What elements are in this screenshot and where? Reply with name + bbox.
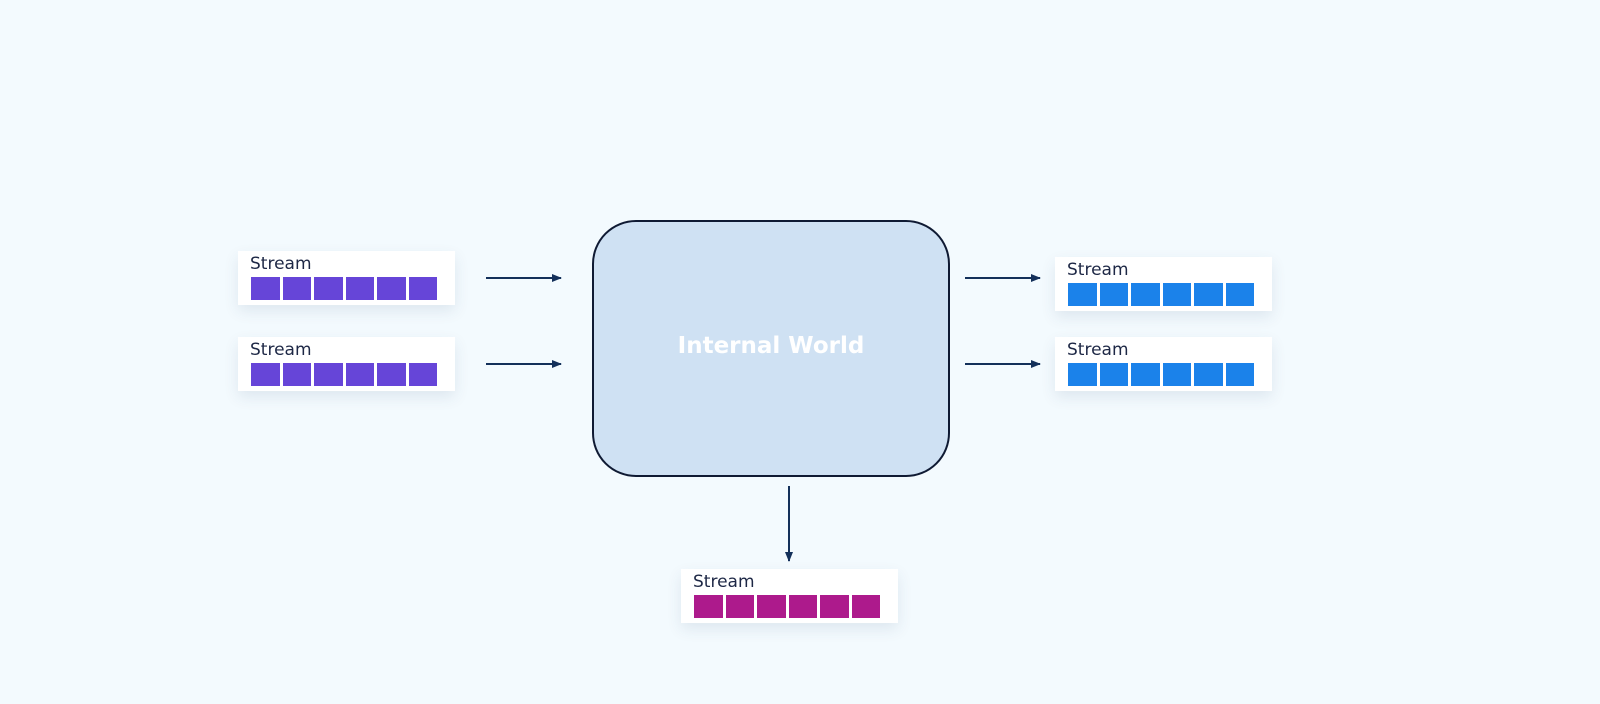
- stream-cell: [282, 363, 311, 386]
- stream-label: Stream: [1067, 340, 1129, 360]
- stream-cell: [820, 595, 849, 618]
- stream-label: Stream: [250, 254, 312, 274]
- stream-cell: [851, 595, 880, 618]
- stream-cell: [251, 363, 280, 386]
- stream-label: Stream: [250, 340, 312, 360]
- stream-cell: [282, 277, 311, 300]
- stream-cell: [725, 595, 754, 618]
- stream-cell: [314, 363, 343, 386]
- stream-cells: [251, 363, 437, 386]
- stream-cell: [345, 363, 374, 386]
- stream-cell: [788, 595, 817, 618]
- stream-cell: [1068, 283, 1097, 306]
- bottom-stream-card: Stream: [681, 569, 898, 623]
- stream-cell: [408, 363, 437, 386]
- stream-cell: [408, 277, 437, 300]
- stream-cells: [694, 595, 880, 618]
- stream-cell: [1131, 363, 1160, 386]
- stream-cell: [1131, 283, 1160, 306]
- stream-cell: [694, 595, 723, 618]
- stream-cell: [314, 277, 343, 300]
- stream-cell: [1099, 363, 1128, 386]
- stream-cell: [1162, 363, 1191, 386]
- stream-cell: [757, 595, 786, 618]
- input-stream-card-2: Stream: [238, 337, 455, 391]
- stream-cell: [1194, 283, 1223, 306]
- stream-cell: [1225, 363, 1254, 386]
- stream-cell: [345, 277, 374, 300]
- stream-cells: [251, 277, 437, 300]
- stream-cell: [1068, 363, 1097, 386]
- stream-cell: [377, 363, 406, 386]
- internal-world-box: Internal World: [592, 220, 950, 477]
- stream-label: Stream: [1067, 260, 1129, 280]
- stream-cells: [1068, 363, 1254, 386]
- stream-cell: [377, 277, 406, 300]
- stream-cell: [1099, 283, 1128, 306]
- internal-world-label: Internal World: [677, 333, 865, 359]
- input-stream-card-1: Stream: [238, 251, 455, 305]
- output-stream-card-2: Stream: [1055, 337, 1272, 391]
- output-stream-card-1: Stream: [1055, 257, 1272, 311]
- stream-cell: [1194, 363, 1223, 386]
- stream-label: Stream: [693, 572, 755, 592]
- stream-cell: [251, 277, 280, 300]
- stream-cell: [1225, 283, 1254, 306]
- stream-cells: [1068, 283, 1254, 306]
- stream-cell: [1162, 283, 1191, 306]
